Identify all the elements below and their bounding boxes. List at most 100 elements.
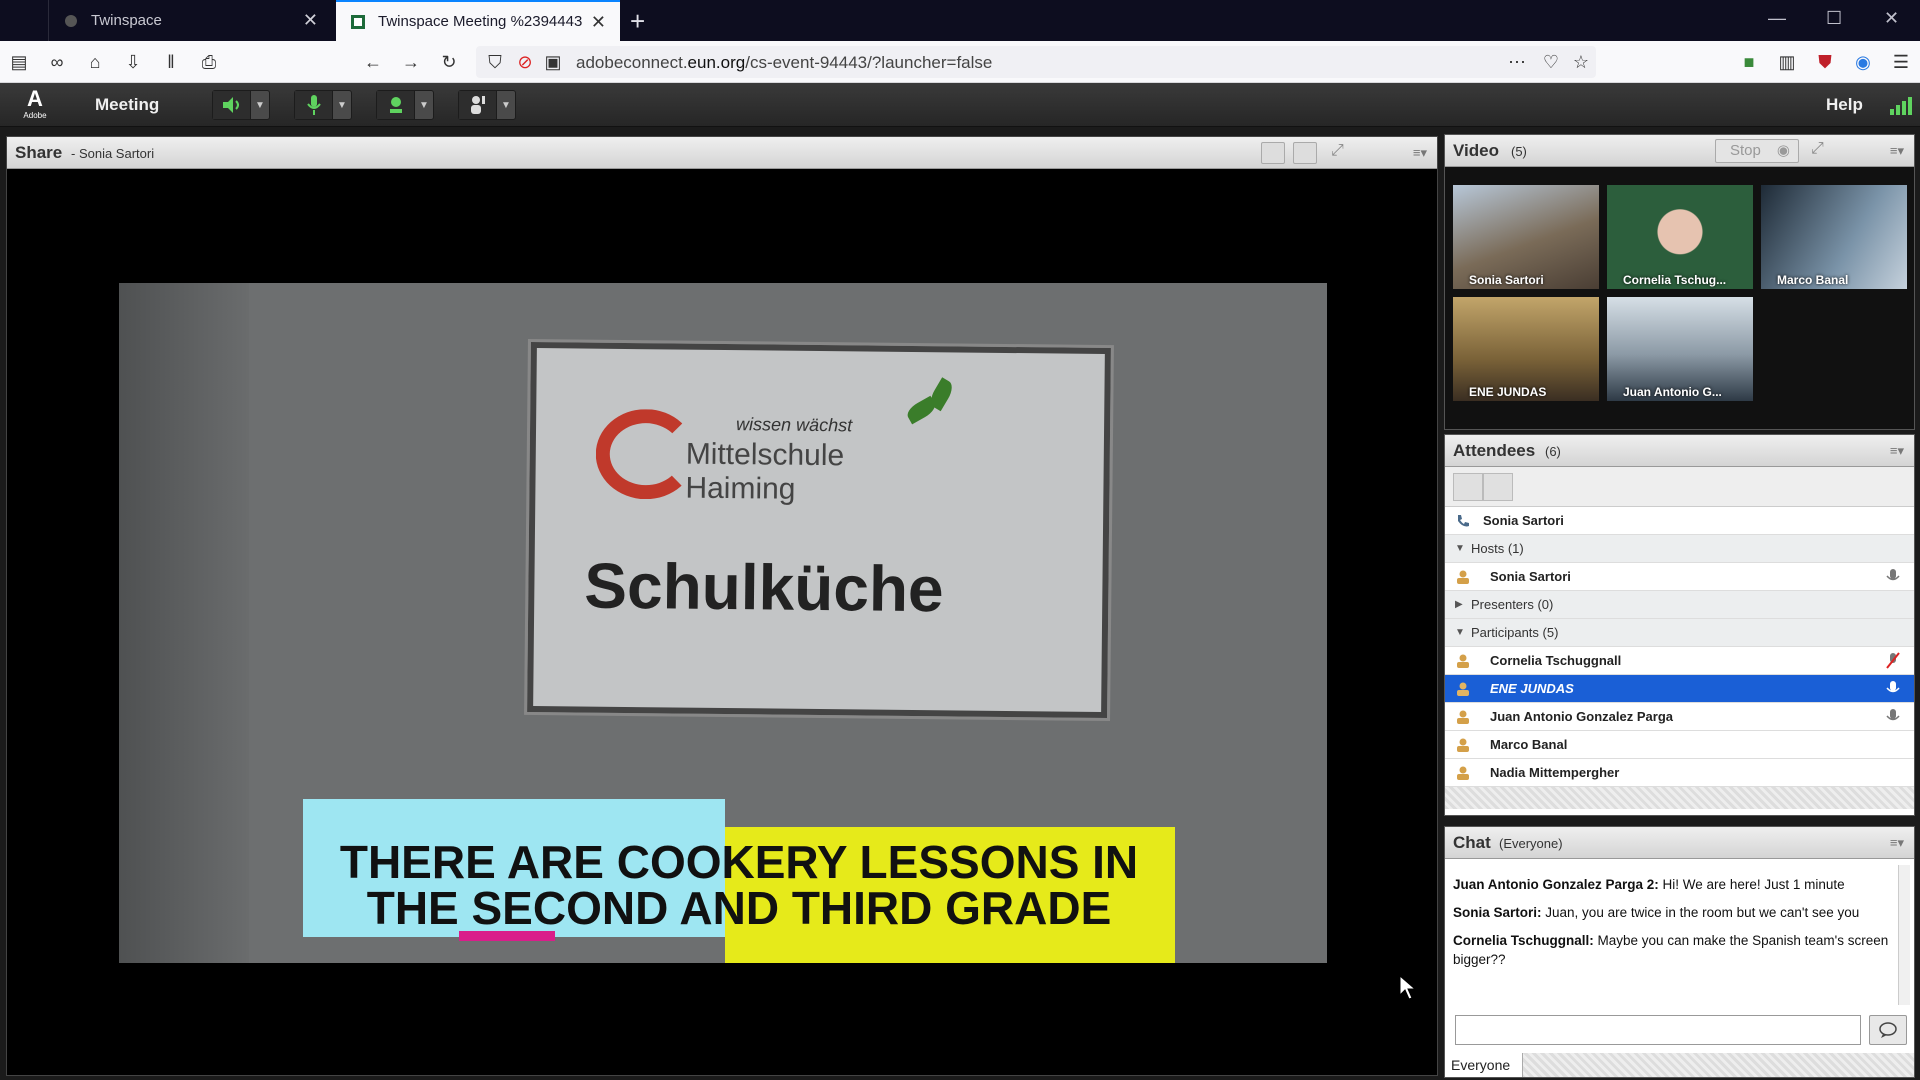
forward-icon[interactable]: → bbox=[400, 51, 422, 73]
microphone-button[interactable]: ▼ bbox=[294, 90, 352, 120]
chat-message: Cornelia Tschuggnall: Maybe you can make… bbox=[1453, 931, 1893, 969]
video-pod: Video (5) Stop ◉ ⤢ ≡▾ Sonia Sartori Corn… bbox=[1444, 134, 1915, 430]
help-menu[interactable]: Help bbox=[1826, 95, 1863, 115]
microphone-icon bbox=[306, 95, 321, 115]
video-caption: THERE ARE COOKERY LESSONS IN THE SECOND … bbox=[339, 836, 1139, 934]
fit-width-icon[interactable] bbox=[1293, 142, 1317, 164]
sign-main-text: Schulküche bbox=[584, 549, 944, 626]
stop-video-label: Stop bbox=[1730, 142, 1761, 159]
pod-options-icon[interactable]: ≡▾ bbox=[1413, 145, 1427, 161]
user-icon bbox=[1457, 570, 1469, 584]
attendee-row[interactable]: Cornelia Tschuggnall bbox=[1445, 647, 1914, 675]
sidebar-toggle-icon[interactable]: ▤ bbox=[8, 51, 30, 73]
microphone-icon bbox=[1886, 681, 1900, 693]
group-label: Presenters (0) bbox=[1471, 597, 1554, 612]
shared-video-frame: wissen wächst Mittelschule Haiming Schul… bbox=[119, 283, 1327, 963]
pocket-save-icon[interactable]: ♡ bbox=[1540, 51, 1562, 73]
share-pod-presenter: - Sonia Sartori bbox=[71, 146, 155, 161]
window-close-icon[interactable]: ✕ bbox=[1884, 8, 1899, 29]
webcam-icon: ◉ bbox=[1776, 142, 1790, 159]
group-presenters[interactable]: ▶ Presenters (0) bbox=[1445, 591, 1914, 619]
layout-toggle-icon[interactable] bbox=[1261, 142, 1285, 164]
page-actions-icon[interactable]: ⋯ bbox=[1506, 51, 1528, 73]
send-message-button[interactable] bbox=[1869, 1015, 1907, 1045]
caret-down-icon: ▼ bbox=[1455, 543, 1465, 554]
chat-pod: Chat (Everyone) ≡▾ Juan Antonio Gonzalez… bbox=[1444, 826, 1915, 1078]
hamburger-menu-icon[interactable]: ☰ bbox=[1890, 51, 1912, 73]
attendee-status-view-icon[interactable] bbox=[1483, 473, 1513, 501]
blocked-autoplay-icon[interactable]: ⊘ bbox=[514, 51, 536, 73]
video-feed-name: ENE JUNDAS bbox=[1469, 385, 1547, 399]
attendee-row-selected[interactable]: ENE JUNDAS bbox=[1445, 675, 1914, 703]
close-icon[interactable]: ✕ bbox=[591, 12, 606, 33]
home-icon[interactable]: ⌂ bbox=[84, 51, 106, 73]
stop-video-button[interactable]: Stop ◉ bbox=[1715, 139, 1799, 163]
fullscreen-icon[interactable]: ⤢ bbox=[1811, 140, 1835, 162]
tab-twinspace[interactable]: Twinspace ✕ bbox=[48, 0, 332, 41]
extension-icon[interactable]: ■ bbox=[1738, 51, 1760, 73]
caret-right-icon: ▶ bbox=[1455, 599, 1463, 610]
user-icon bbox=[1457, 738, 1469, 752]
address-bar[interactable]: ⛉ ⊘ ▣ adobeconnect.eun.org/cs-event-9444… bbox=[476, 46, 1596, 78]
maximize-icon[interactable]: ☐ bbox=[1826, 8, 1842, 29]
reload-icon[interactable]: ↻ bbox=[438, 51, 460, 73]
video-feed-name: Sonia Sartori bbox=[1469, 273, 1544, 287]
extension-blue-icon[interactable]: ◉ bbox=[1852, 51, 1874, 73]
share-pod: Share - Sonia Sartori ⤢ ≡▾ wissen wächst… bbox=[6, 136, 1438, 1076]
list-view-icon[interactable] bbox=[1453, 473, 1483, 501]
video-feed[interactable]: Juan Antonio G... bbox=[1607, 297, 1753, 401]
video-feed[interactable]: Cornelia Tschug... bbox=[1607, 185, 1753, 289]
private-mask-icon[interactable]: ∞ bbox=[46, 51, 68, 73]
attendee-row[interactable]: Nadia Mittempergher bbox=[1445, 759, 1914, 787]
chat-message: Juan Antonio Gonzalez Parga 2: Hi! We ar… bbox=[1453, 875, 1893, 894]
attendees-pod-header: Attendees (6) ≡▾ bbox=[1445, 435, 1914, 467]
webcam-button[interactable]: ▼ bbox=[376, 90, 434, 120]
speaker-button[interactable]: ▼ bbox=[212, 90, 270, 120]
close-icon[interactable]: ✕ bbox=[303, 10, 318, 31]
minimize-icon[interactable]: — bbox=[1768, 8, 1786, 29]
bookmark-star-icon[interactable]: ☆ bbox=[1570, 51, 1592, 73]
chevron-down-icon[interactable]: ▼ bbox=[333, 100, 351, 111]
attendee-row[interactable]: Juan Antonio Gonzalez Parga bbox=[1445, 703, 1914, 731]
chevron-down-icon[interactable]: ▼ bbox=[251, 100, 269, 111]
meeting-menu[interactable]: Meeting bbox=[95, 95, 159, 115]
pod-options-icon[interactable]: ≡▾ bbox=[1890, 143, 1904, 159]
user-icon bbox=[1457, 682, 1469, 696]
connection-signal-icon bbox=[1890, 95, 1912, 115]
chat-tab-everyone[interactable]: Everyone bbox=[1445, 1053, 1523, 1077]
back-icon[interactable]: ← bbox=[362, 51, 384, 73]
attendee-row[interactable]: Sonia Sartori bbox=[1445, 563, 1914, 591]
group-participants[interactable]: ▼ Participants (5) bbox=[1445, 619, 1914, 647]
adobe-logo-icon: A bbox=[27, 86, 43, 111]
attendee-row[interactable]: Marco Banal bbox=[1445, 731, 1914, 759]
ublock-icon[interactable]: ⛊ bbox=[1814, 51, 1836, 73]
adobe-logo: A Adobe bbox=[20, 87, 50, 123]
video-feed[interactable]: Sonia Sartori bbox=[1453, 185, 1599, 289]
reader-view-icon[interactable]: ▥ bbox=[1776, 51, 1798, 73]
chat-scrollbar[interactable] bbox=[1898, 865, 1910, 1005]
video-feed[interactable]: ENE JUNDAS bbox=[1453, 297, 1599, 401]
pocket-icon[interactable]: ⇩ bbox=[122, 51, 144, 73]
fullscreen-icon[interactable]: ⤢ bbox=[1331, 142, 1355, 164]
lock-icon[interactable]: ▣ bbox=[542, 51, 564, 73]
group-hosts[interactable]: ▼ Hosts (1) bbox=[1445, 535, 1914, 563]
pod-options-icon[interactable]: ≡▾ bbox=[1890, 443, 1904, 459]
shield-icon[interactable]: ⛉ bbox=[484, 51, 506, 73]
video-feed-name: Marco Banal bbox=[1777, 273, 1849, 287]
raise-hand-button[interactable]: ▼ bbox=[458, 90, 516, 120]
video-feed-name: Cornelia Tschug... bbox=[1623, 273, 1727, 287]
chevron-down-icon[interactable]: ▼ bbox=[497, 100, 515, 111]
my-status-row[interactable]: Sonia Sartori bbox=[1445, 507, 1914, 535]
print-icon[interactable]: ⎙ bbox=[198, 51, 220, 73]
attendee-name: Nadia Mittempergher bbox=[1490, 765, 1620, 780]
chevron-down-icon[interactable]: ▼ bbox=[415, 100, 433, 111]
new-tab-button[interactable]: + bbox=[630, 6, 645, 37]
tab-label: Twinspace bbox=[91, 12, 162, 29]
pod-options-icon[interactable]: ≡▾ bbox=[1890, 835, 1904, 851]
chat-sender: Juan Antonio Gonzalez Parga 2: bbox=[1453, 877, 1659, 892]
tab-twinspace-meeting[interactable]: Twinspace Meeting %2394443 ✕ bbox=[336, 0, 620, 41]
mouse-cursor-icon bbox=[1399, 975, 1417, 1000]
chat-input[interactable] bbox=[1455, 1015, 1861, 1045]
library-icon[interactable]: ‖ bbox=[160, 51, 182, 73]
video-feed[interactable]: Marco Banal bbox=[1761, 185, 1907, 289]
